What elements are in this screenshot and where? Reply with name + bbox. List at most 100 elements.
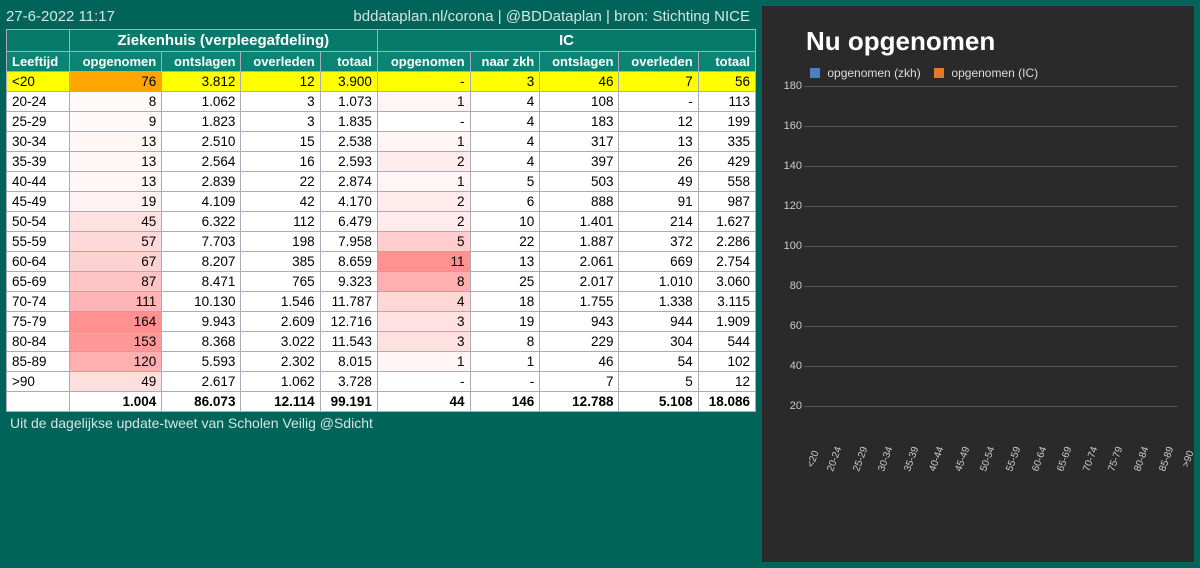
cell-h_adm: 67: [69, 252, 162, 272]
cell-h_adm: 87: [69, 272, 162, 292]
col-h-adm: opgenomen: [69, 52, 162, 72]
cell-i_tot: 544: [698, 332, 755, 352]
cell-i_dis: 503: [540, 172, 619, 192]
cell-i_tozkh: 22: [470, 232, 540, 252]
cell-i_dec: 304: [619, 332, 698, 352]
cell-i_tozkh: 4: [470, 152, 540, 172]
cell-i_adm: -: [377, 372, 470, 392]
col-i-adm: opgenomen: [377, 52, 470, 72]
source-line: bddataplan.nl/corona | @BDDataplan | bro…: [353, 8, 750, 25]
cell-i_tot: 429: [698, 152, 755, 172]
y-tick: 160: [784, 120, 802, 132]
cell-i_adm: 1: [377, 352, 470, 372]
cell-h_adm: 164: [69, 312, 162, 332]
cell-h_tot: 8.015: [320, 352, 377, 372]
cell-age: 75-79: [7, 312, 70, 332]
cell-i_dec: 1.010: [619, 272, 698, 292]
cell-h_dis: 8.368: [162, 332, 241, 352]
cell-h_adm: 13: [69, 132, 162, 152]
cell-h_adm: 76: [69, 72, 162, 92]
cell-h_tot: 1.835: [320, 112, 377, 132]
cell-h_tot: 4.170: [320, 192, 377, 212]
cell-i_adm: 5: [377, 232, 470, 252]
cell-h_tot: 2.593: [320, 152, 377, 172]
cell-i_tozkh: 13: [470, 252, 540, 272]
cell-i_tot: 1.909: [698, 312, 755, 332]
col-age: Leeftijd: [7, 52, 70, 72]
table-row: 85-891205.5932.3028.015114654102: [7, 352, 756, 372]
cell-i_adm: -: [377, 72, 470, 92]
cell-i_dis: 183: [540, 112, 619, 132]
cell-i_adm: 2: [377, 212, 470, 232]
chart-legend: opgenomen (zkh) opgenomen (IC): [810, 65, 1182, 80]
cell-i_dis: 1.755: [540, 292, 619, 312]
cell-h_dec: 42: [241, 192, 320, 212]
cell-i_dis: 229: [540, 332, 619, 352]
cell-i_tozkh: 18: [470, 292, 540, 312]
cell-age: 70-74: [7, 292, 70, 312]
table-row: 80-841538.3683.02211.54338229304544: [7, 332, 756, 352]
cell-age: 80-84: [7, 332, 70, 352]
cell-age: 65-69: [7, 272, 70, 292]
cell-h_dec: 3: [241, 92, 320, 112]
cell-h_tot: 11.787: [320, 292, 377, 312]
col-i-dis: ontslagen: [540, 52, 619, 72]
y-tick: 80: [790, 280, 802, 292]
cell-h_adm: 45: [69, 212, 162, 232]
table-row: 30-34132.510152.5381431713335: [7, 132, 756, 152]
cell-i_adm: 2: [377, 192, 470, 212]
cell-h_dis: 1.823: [162, 112, 241, 132]
data-table: Ziekenhuis (verpleegafdeling) IC Leeftij…: [6, 29, 756, 412]
cell-age: 35-39: [7, 152, 70, 172]
cell-age: 40-44: [7, 172, 70, 192]
cell-h_dis: 4.109: [162, 192, 241, 212]
cell-i_dis: 46: [540, 72, 619, 92]
cell-age: 45-49: [7, 192, 70, 212]
cell-i_tot: 3.115: [698, 292, 755, 312]
table-row: 75-791649.9432.60912.7163199439441.909: [7, 312, 756, 332]
cell-h_adm: 8: [69, 92, 162, 112]
legend-swatch-zkh: [810, 68, 820, 78]
cell-h_dis: 8.471: [162, 272, 241, 292]
chart-title: Nu opgenomen: [806, 26, 1182, 57]
cell-i_dis: 46: [540, 352, 619, 372]
cell-i_dec: 26: [619, 152, 698, 172]
table-row: 40-44132.839222.8741550349558: [7, 172, 756, 192]
chart-area: 20406080100120140160180 <2020-2425-2930-…: [804, 86, 1178, 476]
cell-h_dis: 3.812: [162, 72, 241, 92]
cell-h_dis: 10.130: [162, 292, 241, 312]
y-tick: 60: [790, 320, 802, 332]
cell-i_tozkh: 4: [470, 132, 540, 152]
cell-h_dec: 1.062: [241, 372, 320, 392]
cell-i_dec: 13: [619, 132, 698, 152]
cell-i_dec: 49: [619, 172, 698, 192]
cell-i_dis: 943: [540, 312, 619, 332]
cell-i_adm: 1: [377, 172, 470, 192]
cell-h_tot: 9.323: [320, 272, 377, 292]
cell-h_tot: 6.479: [320, 212, 377, 232]
cell-i_adm: 4: [377, 292, 470, 312]
cell-i_tozkh: 1: [470, 352, 540, 372]
col-h-dis: ontslagen: [162, 52, 241, 72]
cell-i_tozkh: 6: [470, 192, 540, 212]
cell-h_adm: 49: [69, 372, 162, 392]
cell-h_dis: 9.943: [162, 312, 241, 332]
top-bar: 27-6-2022 11:17 bddataplan.nl/corona | @…: [6, 6, 756, 29]
cell-h_adm: 57: [69, 232, 162, 252]
cell-h_dis: 1.062: [162, 92, 241, 112]
col-i-tot: totaal: [698, 52, 755, 72]
cell-i_dis: 888: [540, 192, 619, 212]
cell-i_dec: -: [619, 92, 698, 112]
cell-i_tot: 113: [698, 92, 755, 112]
cell-i_tozkh: 10: [470, 212, 540, 232]
cell-h_tot: 1.073: [320, 92, 377, 112]
cell-i_dis: 2.061: [540, 252, 619, 272]
cell-i_tozkh: 3: [470, 72, 540, 92]
cell-i_dec: 1.338: [619, 292, 698, 312]
cell-i_adm: 1: [377, 132, 470, 152]
cell-h_adm: 9: [69, 112, 162, 132]
cell-h_tot: 12.716: [320, 312, 377, 332]
cell-i_adm: 8: [377, 272, 470, 292]
table-row: 70-7411110.1301.54611.7874181.7551.3383.…: [7, 292, 756, 312]
cell-h_dis: 2.839: [162, 172, 241, 192]
